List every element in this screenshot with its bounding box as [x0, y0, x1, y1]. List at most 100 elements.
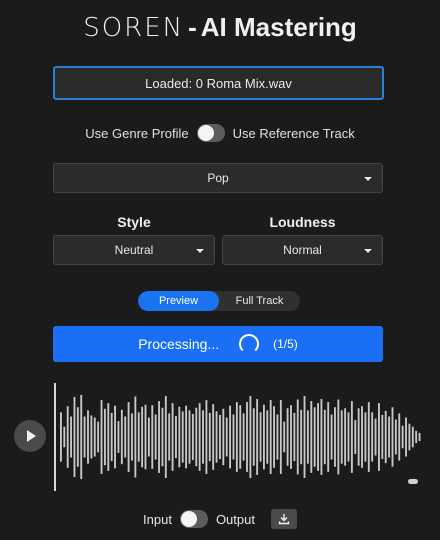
- waveform-bar: [70, 416, 73, 458]
- waveform-scrollbar[interactable]: [408, 479, 418, 484]
- waveform-bar: [279, 400, 282, 474]
- waveform-bar: [60, 412, 62, 462]
- download-button[interactable]: [270, 509, 297, 529]
- waveform-bar: [127, 402, 130, 472]
- waveform-bar: [87, 410, 89, 464]
- preview-option[interactable]: Preview: [138, 291, 219, 311]
- loudness-label: Loudness: [269, 214, 336, 230]
- full-track-option[interactable]: Full Track: [219, 291, 300, 311]
- profile-source-toggle[interactable]: [196, 124, 225, 142]
- waveform-bar: [283, 421, 286, 453]
- waveform-bar: [76, 407, 79, 467]
- waveform-bar: [246, 402, 248, 472]
- waveform-bar: [340, 410, 343, 464]
- waveform-bar: [242, 413, 245, 461]
- waveform-bar: [327, 402, 330, 472]
- waveform-bar: [114, 405, 116, 469]
- waveform-bar: [384, 410, 387, 464]
- waveform-bar: [131, 413, 133, 461]
- waveform-bar: [330, 414, 333, 460]
- style-select[interactable]: Neutral: [53, 235, 215, 265]
- waveform-bar: [354, 420, 357, 454]
- play-icon: [27, 430, 36, 442]
- reference-track-label: Use Reference Track: [232, 125, 355, 141]
- waveform-bar: [147, 417, 150, 457]
- waveform-bar: [317, 403, 319, 471]
- genre-value: Pop: [207, 171, 229, 185]
- waveform-bar: [415, 430, 418, 444]
- waveform-bar: [90, 415, 93, 459]
- waveform-bar: [215, 411, 218, 463]
- waveform-bar: [391, 407, 394, 467]
- waveform-bar: [110, 412, 113, 462]
- waveform-bar: [168, 413, 171, 461]
- waveform-bar: [347, 412, 350, 462]
- waveform-bar: [219, 414, 221, 460]
- chevron-down-icon: [364, 177, 372, 181]
- waveform-bar: [124, 416, 127, 458]
- brand-name: SOREN: [83, 13, 185, 43]
- loudness-select[interactable]: Normal: [222, 235, 383, 265]
- waveform-bar: [225, 417, 228, 457]
- waveform-bar: [371, 412, 374, 462]
- profile-toggle-row: Use Genre Profile Use Reference Track: [0, 124, 440, 142]
- waveform-bar: [117, 421, 120, 453]
- waveform-bar: [256, 399, 259, 475]
- waveform-bar: [191, 413, 194, 461]
- waveform-bar: [401, 425, 404, 449]
- spinner-icon: [239, 334, 260, 354]
- play-button[interactable]: [14, 420, 46, 452]
- waveform-bar: [361, 406, 363, 468]
- input-output-toggle[interactable]: [179, 510, 208, 528]
- waveform-bar: [290, 405, 292, 469]
- product-name: AI Mastering: [200, 12, 357, 42]
- title-separator: -: [188, 12, 197, 42]
- waveform-bar: [306, 410, 309, 464]
- waveform-bar: [276, 414, 279, 460]
- waveform-bar: [374, 418, 377, 456]
- playhead[interactable]: [54, 383, 56, 491]
- input-output-row: Input Output: [0, 509, 440, 529]
- processing-label: Processing...: [138, 336, 220, 352]
- toggle-knob: [197, 125, 214, 141]
- waveform[interactable]: [54, 383, 426, 491]
- waveform-bar: [388, 416, 391, 458]
- waveform-bar: [394, 419, 397, 455]
- waveform-bar: [154, 414, 157, 460]
- waveform-bar: [195, 407, 198, 467]
- waveform-bar: [97, 421, 100, 453]
- loudness-value: Normal: [283, 243, 322, 257]
- waveform-bar: [266, 410, 269, 464]
- waveform-bar: [286, 408, 289, 466]
- processing-button[interactable]: Processing... (1/5): [53, 326, 383, 362]
- genre-select[interactable]: Pop: [53, 163, 383, 193]
- waveform-bar: [259, 412, 262, 462]
- waveform-bar: [296, 399, 299, 475]
- waveform-bar: [408, 423, 411, 451]
- waveform-bar: [175, 415, 177, 459]
- waveform-bar: [418, 432, 421, 442]
- waveform-bar: [235, 402, 238, 472]
- waveform-bar: [134, 396, 137, 478]
- waveform-bar: [80, 394, 83, 480]
- waveform-bar: [337, 399, 340, 475]
- waveform-bar: [222, 408, 225, 466]
- waveform-bar: [202, 410, 204, 464]
- waveform-bar: [212, 404, 215, 470]
- style-value: Neutral: [114, 243, 154, 257]
- waveform-bar: [411, 426, 414, 448]
- waveform-bar: [310, 401, 313, 473]
- waveform-bar: [120, 409, 123, 465]
- loaded-file-field[interactable]: Loaded: 0 Roma Mix.wav: [53, 66, 384, 100]
- waveform-bar: [320, 399, 323, 475]
- waveform-bar: [171, 403, 174, 471]
- waveform-bar: [73, 396, 76, 478]
- waveform-bar: [405, 417, 407, 457]
- output-label: Output: [215, 511, 255, 527]
- waveform-bar: [262, 404, 265, 470]
- waveform-bar: [164, 395, 167, 479]
- waveform-bar: [141, 406, 144, 468]
- chevron-down-icon: [196, 249, 204, 253]
- waveform-bar: [144, 404, 147, 470]
- waveform-bar: [269, 400, 272, 474]
